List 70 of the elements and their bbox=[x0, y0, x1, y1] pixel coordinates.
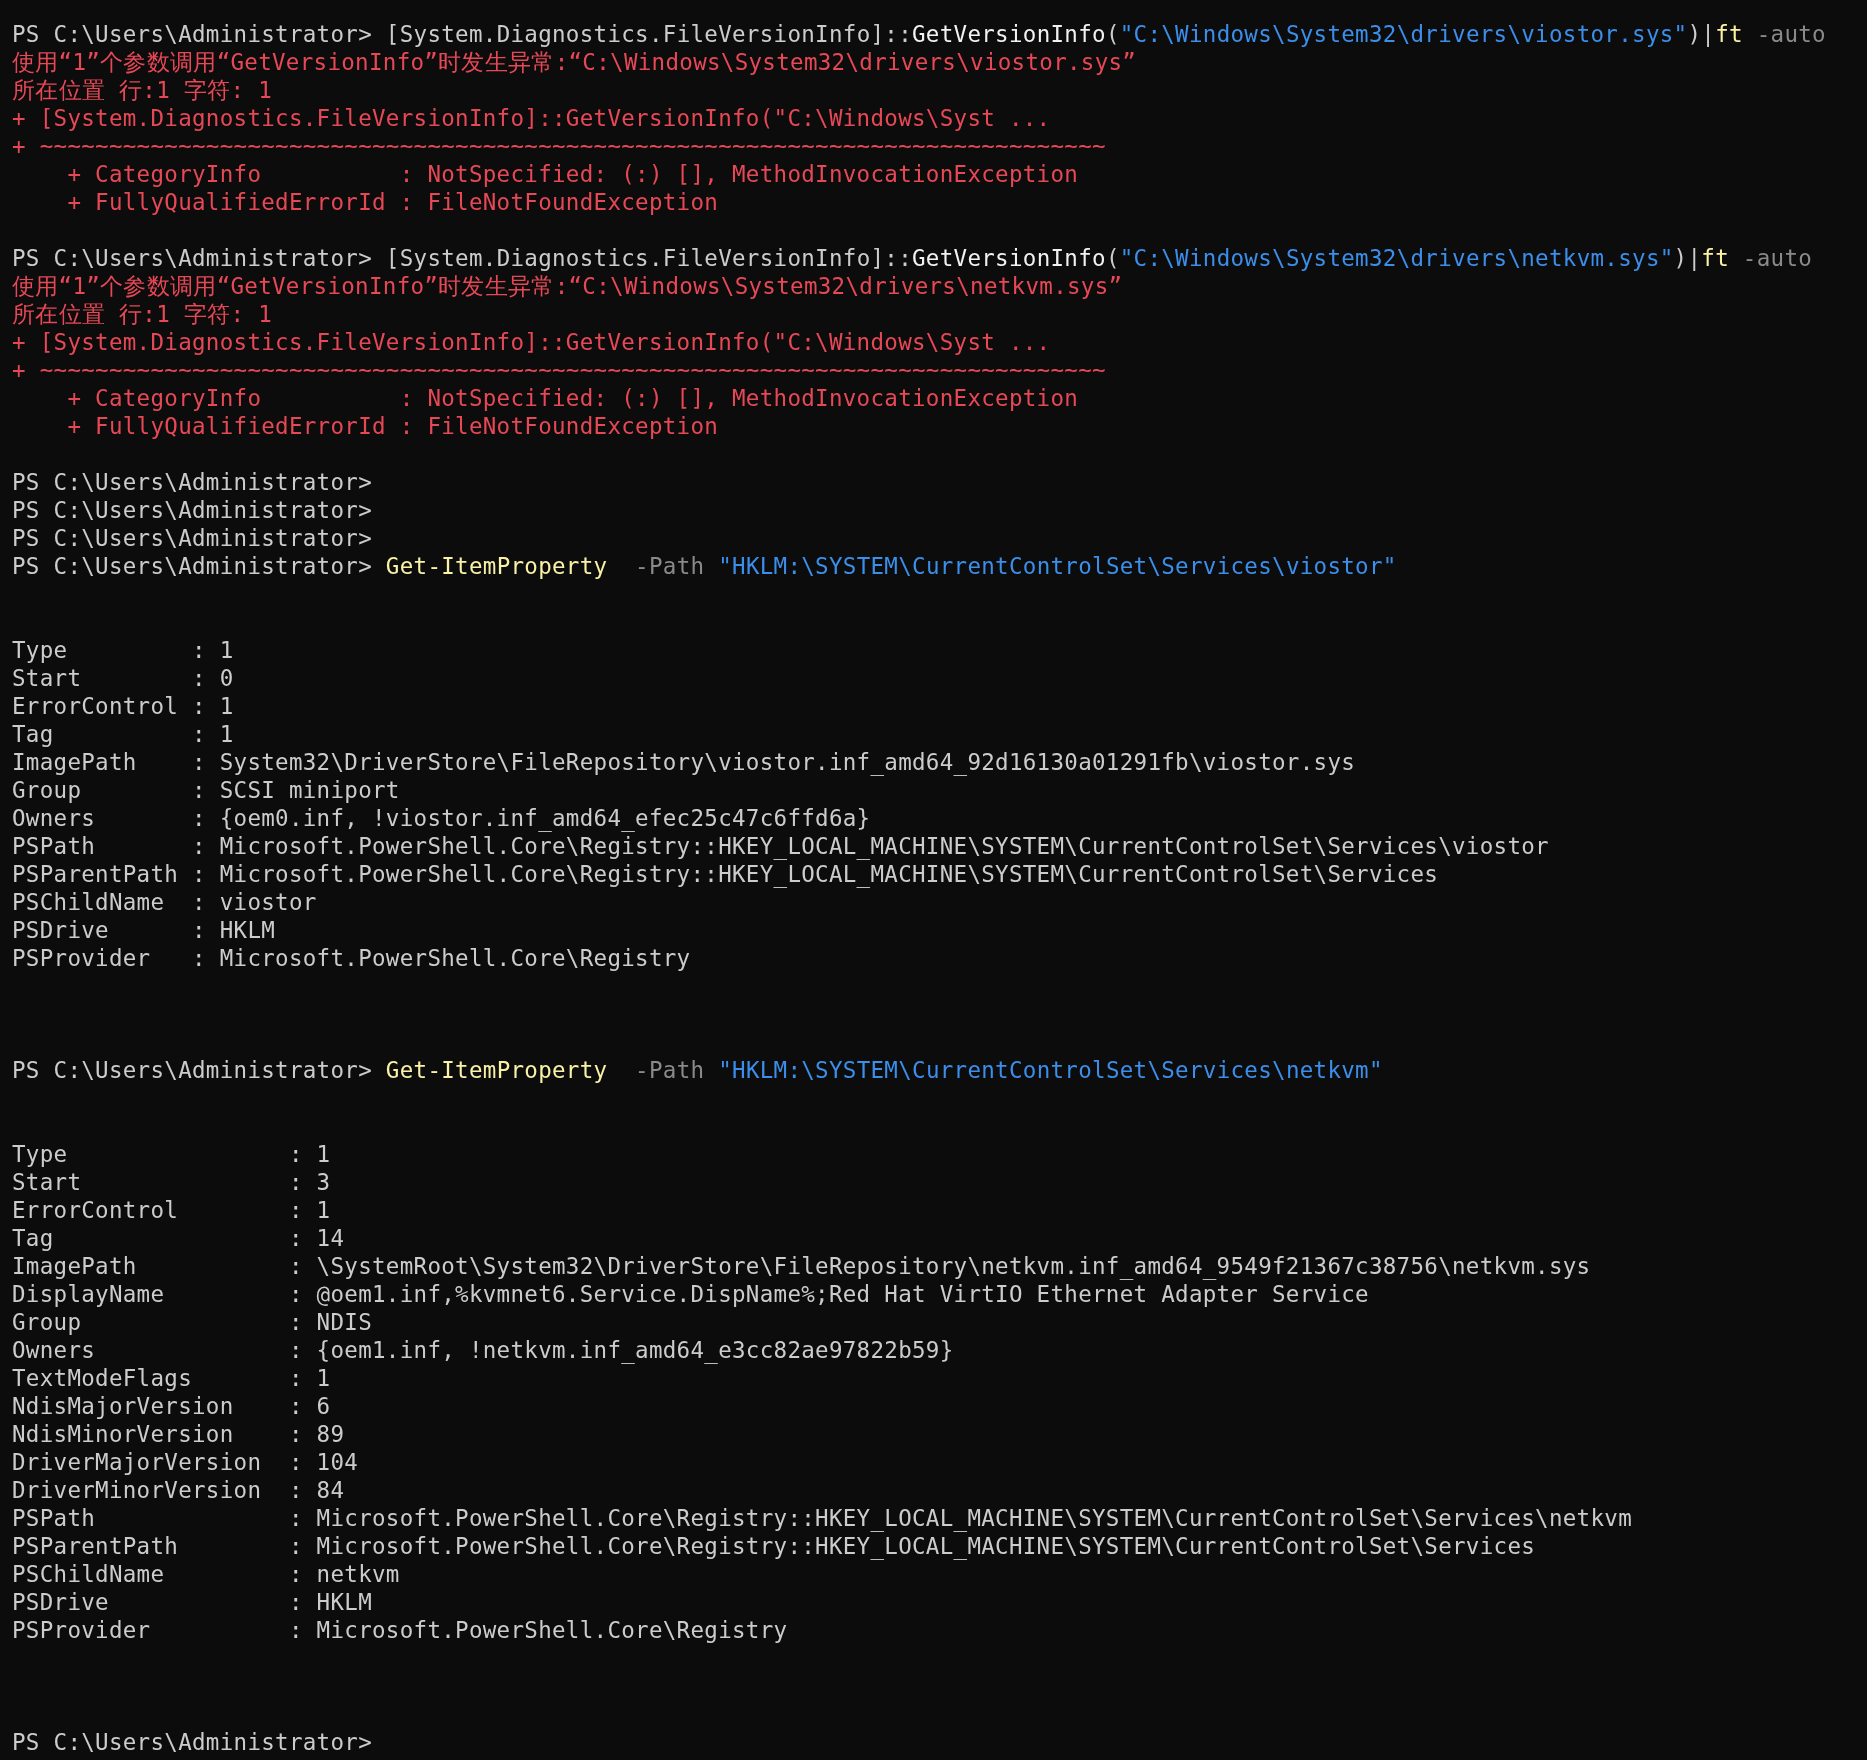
error-line: + [System.Diagnostics.FileVersionInfo]::GetVersionInfo("C:\Windows\Syst ... bbox=[12, 328, 1051, 356]
command-name: Get-ItemProperty bbox=[385, 1056, 608, 1084]
output-line: Type : 1 bbox=[12, 636, 234, 664]
command-name: Get-ItemProperty bbox=[385, 552, 608, 580]
error-line: 使用“1”个参数调用“GetVersionInfo”时发生异常:“C:\Windows\System32\drivers\viostor.sys” bbox=[12, 48, 1137, 76]
error-line: + ~~~~~~~~~~~~~~~~~~~~~~~~~~~~~~~~~~~~~~~~~~~~~~~~~~~~~~~~~~~~~~~~~~~~~~~~~~~~~ bbox=[12, 356, 1106, 384]
error-line: + CategoryInfo : NotSpecified: (:) [], MethodInvocationException bbox=[66, 384, 1079, 412]
output-line: Tag : 1 bbox=[12, 720, 234, 748]
string-literal: "C:\Windows\System32\drivers\viostor.sys" bbox=[1119, 20, 1688, 48]
parameter-text: -auto bbox=[1741, 244, 1813, 272]
output-line: NdisMajorVersion : 6 bbox=[12, 1392, 331, 1420]
output-line: PSChildName : netkvm bbox=[12, 1560, 400, 1588]
prompt-text: PS C:\Users\Administrator> bbox=[12, 496, 372, 524]
parameter-text: -Path bbox=[634, 552, 706, 580]
error-line: + FullyQualifiedErrorId : FileNotFoundException bbox=[66, 412, 719, 440]
output-line: PSParentPath : Microsoft.PowerShell.Core\Registry::HKEY_LOCAL_MACHINE\SYSTEM\CurrentControlSet\Services bbox=[12, 860, 1439, 888]
output-line: PSPath : Microsoft.PowerShell.Core\Registry::HKEY_LOCAL_MACHINE\SYSTEM\CurrentControlSet\Services\viostor bbox=[12, 832, 1549, 860]
error-line: 使用“1”个参数调用“GetVersionInfo”时发生异常:“C:\Windows\System32\drivers\netkvm.sys” bbox=[12, 272, 1123, 300]
output-line: DisplayName : @oem1.inf,%kvmnet6.Service.DispName%;Red Hat VirtIO Ethernet Adapter Service bbox=[12, 1280, 1369, 1308]
output-line: Owners : {oem1.inf, !netkvm.inf_amd64_e3cc82ae97822b59} bbox=[12, 1336, 954, 1364]
output-line: PSChildName : viostor bbox=[12, 888, 317, 916]
string-literal: "HKLM:\SYSTEM\CurrentControlSet\Services\viostor" bbox=[718, 552, 1397, 580]
error-line: 所在位置 行:1 字符: 1 bbox=[12, 76, 273, 104]
output-line: Start : 3 bbox=[12, 1168, 331, 1196]
output-line: PSProvider : Microsoft.PowerShell.Core\Registry bbox=[12, 1616, 788, 1644]
output-line: PSDrive : HKLM bbox=[12, 1588, 372, 1616]
output-line: ErrorControl : 1 bbox=[12, 692, 234, 720]
command-name: ft bbox=[1715, 20, 1743, 48]
code-text: )| bbox=[1673, 244, 1702, 272]
error-line: 所在位置 行:1 字符: 1 bbox=[12, 300, 273, 328]
code-text: )| bbox=[1687, 20, 1716, 48]
string-literal: "HKLM:\SYSTEM\CurrentControlSet\Services\netkvm" bbox=[718, 1056, 1383, 1084]
output-line: ImagePath : \SystemRoot\System32\DriverStore\FileRepository\netkvm.inf_amd64_9549f21367c38756\netkvm.sys bbox=[12, 1252, 1591, 1280]
parameter-text: -Path bbox=[634, 1056, 706, 1084]
output-line: Group : SCSI miniport bbox=[12, 776, 400, 804]
prompt-text: PS C:\Users\Administrator> bbox=[12, 244, 373, 272]
output-line: ImagePath : System32\DriverStore\FileRepository\viostor.inf_amd64_92d16130a01291fb\viostor.sys bbox=[12, 748, 1356, 776]
code-text: [System.Diagnostics.FileVersionInfo]:: bbox=[385, 20, 912, 48]
output-line: PSParentPath : Microsoft.PowerShell.Core\Registry::HKEY_LOCAL_MACHINE\SYSTEM\CurrentControlSet\Services bbox=[12, 1532, 1536, 1560]
prompt-text: PS C:\Users\Administrator> bbox=[12, 524, 372, 552]
code-text: [System.Diagnostics.FileVersionInfo]:: bbox=[385, 244, 912, 272]
output-line: PSProvider : Microsoft.PowerShell.Core\Registry bbox=[12, 944, 691, 972]
command-name: ft bbox=[1701, 244, 1729, 272]
output-line: Group : NDIS bbox=[12, 1308, 372, 1336]
string-literal: "C:\Windows\System32\drivers\netkvm.sys" bbox=[1119, 244, 1674, 272]
output-line: PSPath : Microsoft.PowerShell.Core\Registry::HKEY_LOCAL_MACHINE\SYSTEM\CurrentControlSet\Services\netkvm bbox=[12, 1504, 1632, 1532]
output-line: Owners : {oem0.inf, !viostor.inf_amd64_efec25c47c6ffd6a} bbox=[12, 804, 871, 832]
parameter-text: -auto bbox=[1755, 20, 1826, 48]
error-line: + [System.Diagnostics.FileVersionInfo]::GetVersionInfo("C:\Windows\Syst ... bbox=[12, 104, 1051, 132]
output-line: PSDrive : HKLM bbox=[12, 916, 276, 944]
method-name: GetVersionInfo bbox=[912, 244, 1106, 272]
code-text: ( bbox=[1105, 20, 1120, 48]
output-line: NdisMinorVersion : 89 bbox=[12, 1420, 345, 1448]
prompt-text: PS C:\Users\Administrator> bbox=[12, 1056, 373, 1084]
output-line: Type : 1 bbox=[12, 1140, 331, 1168]
prompt-text: PS C:\Users\Administrator> bbox=[12, 1728, 372, 1756]
output-line: Start : 0 bbox=[12, 664, 234, 692]
output-line: TextModeFlags : 1 bbox=[12, 1364, 331, 1392]
prompt-text: PS C:\Users\Administrator> bbox=[12, 552, 373, 580]
method-name: GetVersionInfo bbox=[912, 20, 1106, 48]
prompt-text: PS C:\Users\Administrator> bbox=[12, 468, 372, 496]
error-line: + CategoryInfo : NotSpecified: (:) [], MethodInvocationException bbox=[66, 160, 1079, 188]
error-line: + ~~~~~~~~~~~~~~~~~~~~~~~~~~~~~~~~~~~~~~~~~~~~~~~~~~~~~~~~~~~~~~~~~~~~~~~~~~~~~ bbox=[12, 132, 1106, 160]
output-line: DriverMinorVersion : 84 bbox=[12, 1476, 345, 1504]
output-line: DriverMajorVersion : 104 bbox=[12, 1448, 359, 1476]
output-line: Tag : 14 bbox=[12, 1224, 345, 1252]
error-line: + FullyQualifiedErrorId : FileNotFoundException bbox=[66, 188, 719, 216]
prompt-text: PS C:\Users\Administrator> bbox=[12, 20, 373, 48]
output-line: ErrorControl : 1 bbox=[12, 1196, 331, 1224]
code-text: ( bbox=[1105, 244, 1120, 272]
